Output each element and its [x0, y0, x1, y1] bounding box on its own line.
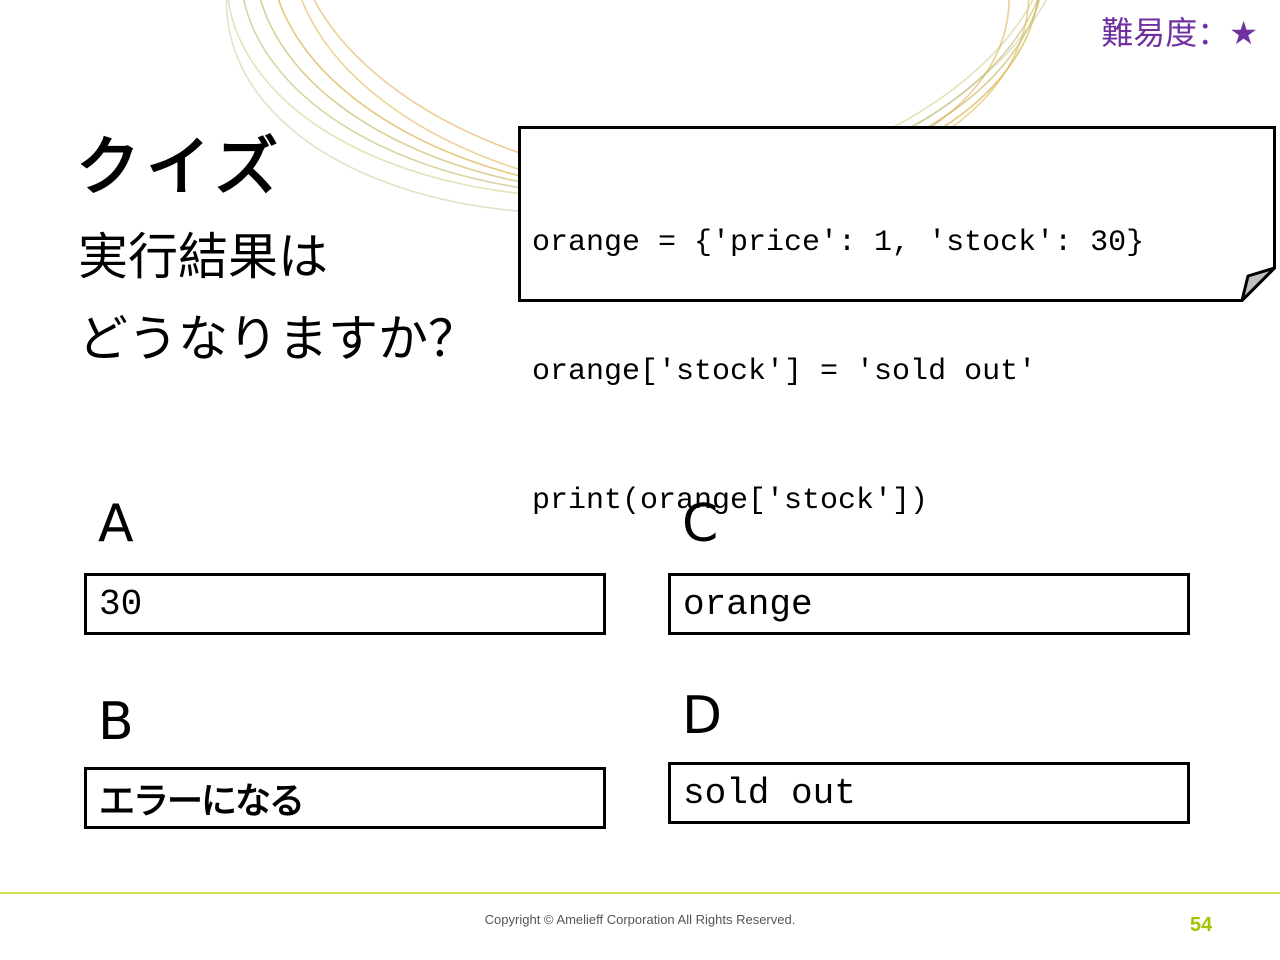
option-c-letter: C [682, 494, 719, 554]
page-number: 54 [1190, 914, 1213, 936]
slide: 難易度：★ クイズ 実行結果は どうなりますか？ orange = {'pric… [0, 0, 1280, 960]
option-d-box[interactable]: sold out [668, 762, 1190, 824]
option-d-letter: D [682, 686, 723, 746]
code-line-1: orange = {'price': 1, 'stock': 30} [532, 226, 1145, 260]
question-line-2: どうなりますか？ [78, 310, 478, 368]
option-a-text: 30 [99, 583, 143, 625]
option-a-box[interactable]: 30 [84, 573, 606, 635]
copyright-text: Copyright © Amelieff Corporation All Rig… [484, 912, 796, 927]
question-line-1: 実行結果は [78, 228, 328, 286]
code-block: orange = {'price': 1, 'stock': 30} orang… [532, 136, 1144, 609]
option-a-letter: A [98, 494, 134, 554]
option-c-text: orange [683, 583, 813, 625]
code-callout: orange = {'price': 1, 'stock': 30} orang… [518, 126, 1276, 518]
code-line-2: orange['stock'] = 'sold out' [532, 355, 1037, 389]
question-text: 実行結果は どうなりますか？ [78, 216, 478, 380]
option-c-box[interactable]: orange [668, 573, 1190, 635]
option-d-text: sold out [683, 772, 856, 814]
quiz-title: クイズ [76, 131, 285, 205]
option-b-box[interactable]: エラーになる [84, 767, 606, 829]
option-b-text: エラーになる [99, 781, 305, 822]
option-b-letter: B [98, 692, 134, 752]
footer-divider [0, 892, 1280, 894]
code-line-3: print(orange['stock']) [532, 484, 929, 518]
difficulty-rating: 難易度：★ [1101, 14, 1258, 52]
